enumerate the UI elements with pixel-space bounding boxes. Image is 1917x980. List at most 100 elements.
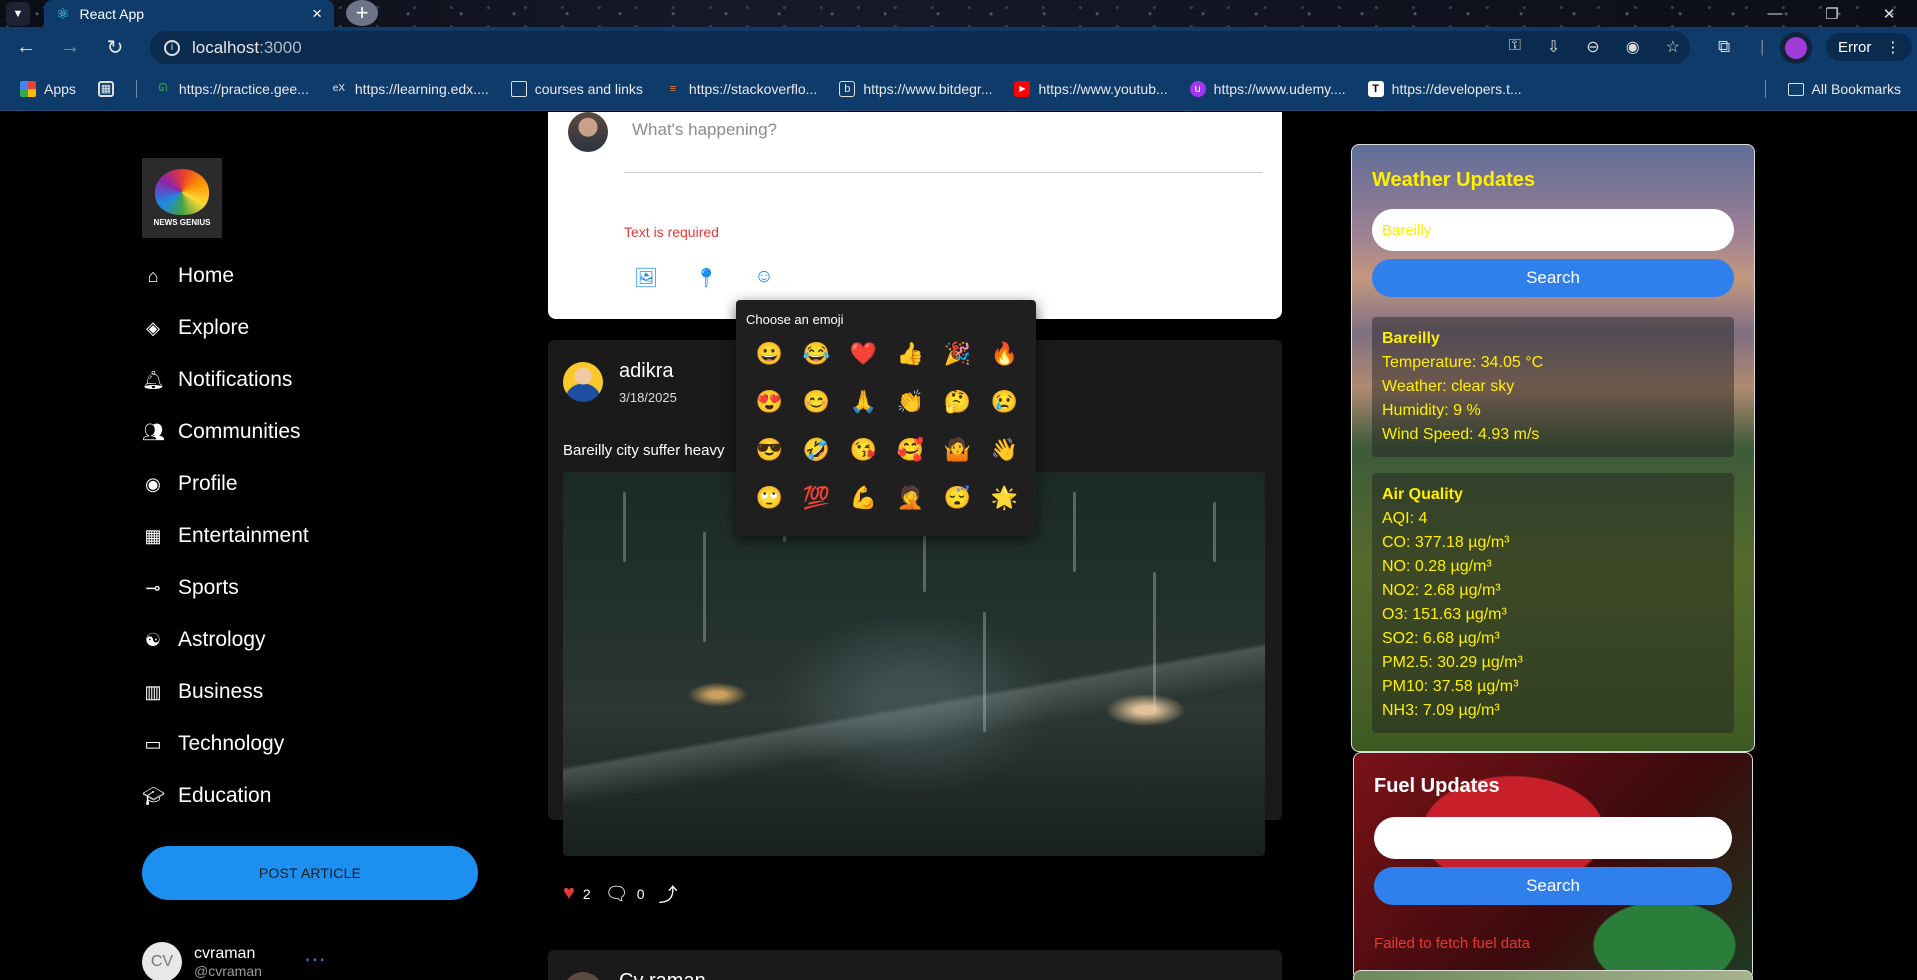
emoji-option[interactable]: 😀: [746, 337, 793, 371]
profile-avatar[interactable]: [1780, 32, 1812, 64]
avatar[interactable]: [563, 362, 603, 402]
new-tab-button[interactable]: +: [346, 0, 378, 26]
bookmarks-bar: Apps ▦ ᘏ https://practice.gee... eX http…: [0, 67, 1917, 111]
bell-icon: 🔔︎: [142, 369, 165, 390]
extensions-icon[interactable]: ⧉: [1718, 37, 1730, 57]
emoji-option[interactable]: 💪: [840, 481, 887, 515]
zoom-icon[interactable]: ⊖: [1586, 37, 1599, 57]
window-close-button[interactable]: ✕: [1867, 0, 1911, 27]
emoji-option[interactable]: 🔥: [981, 337, 1028, 371]
password-key-icon[interactable]: ⚿: [1509, 37, 1521, 57]
tab-search-button[interactable]: ▼: [6, 2, 30, 26]
emoji-option[interactable]: 🤷: [934, 433, 981, 467]
bookmark-stackoverflow[interactable]: ≡ https://stackoverflo...: [665, 81, 818, 97]
bookmark-tab-groups[interactable]: ▦: [97, 80, 114, 97]
emoji-icon[interactable]: ☺: [754, 266, 773, 290]
sidebar-item-home[interactable]: ⌂ Home: [142, 250, 309, 302]
app-logo[interactable]: NEWS GENIUS: [142, 158, 222, 238]
fuel-search-button[interactable]: Search: [1374, 867, 1732, 905]
avatar[interactable]: [563, 972, 603, 980]
emoji-option[interactable]: 🤦: [887, 481, 934, 515]
bookmark-edx[interactable]: eX https://learning.edx....: [331, 81, 489, 97]
emoji-option[interactable]: 👋: [981, 433, 1028, 467]
minimize-button[interactable]: —: [1753, 0, 1797, 27]
sidebar-item-business[interactable]: ▥ Business: [142, 666, 309, 718]
current-weather-box: Bareilly Temperature: 34.05 °C Weather: …: [1372, 317, 1734, 457]
sidebar-item-technology[interactable]: ▭ Technology: [142, 718, 309, 770]
restore-button[interactable]: ❐: [1810, 0, 1854, 27]
emoji-option[interactable]: 🥰: [887, 433, 934, 467]
emoji-option[interactable]: 🎉: [934, 337, 981, 371]
fuel-city-input[interactable]: [1374, 817, 1732, 859]
bookmark-youtube[interactable]: ▶ https://www.youtub...: [1014, 80, 1168, 97]
bookmark-gfg[interactable]: ᘏ https://practice.gee...: [155, 81, 309, 97]
emoji-option[interactable]: 🤣: [793, 433, 840, 467]
comment-icon[interactable]: 🗨︎: [605, 882, 629, 906]
browser-tab[interactable]: ⚛ React App ×: [44, 0, 334, 27]
weather-condition-text: Weather: clear sky: [1382, 378, 1515, 395]
bookmark-tiktok-dev[interactable]: T https://developers.t...: [1367, 80, 1522, 97]
bookmark-label: courses and links: [534, 80, 643, 97]
weather-search-button[interactable]: Search: [1372, 259, 1734, 297]
all-bookmarks[interactable]: All Bookmarks: [1764, 67, 1901, 111]
bookmark-bitdegree[interactable]: b https://www.bitdegr...: [839, 80, 992, 97]
composer-input[interactable]: What's happening?: [632, 120, 777, 140]
address-bar[interactable]: i localhost:3000 ⚿ ⇩ ⊖ ◉ ☆: [150, 31, 1690, 64]
emoji-option[interactable]: 😢: [981, 385, 1028, 419]
share-icon[interactable]: ⤴: [659, 880, 678, 907]
sidebar-item-sports[interactable]: ⊸ Sports: [142, 562, 309, 614]
location-pin-icon[interactable]: 📍︎: [694, 266, 718, 290]
react-logo-icon: ⚛: [56, 5, 70, 23]
logo-text: NEWS GENIUS: [153, 218, 211, 227]
heart-icon[interactable]: ♥: [563, 882, 575, 905]
sidebar-item-communities[interactable]: 👥︎ Communities: [142, 406, 309, 458]
emoji-option[interactable]: 🙏: [840, 385, 887, 419]
emoji-option[interactable]: 👏: [887, 385, 934, 419]
more-options-icon[interactable]: ···: [304, 946, 326, 972]
bookmark-apps[interactable]: Apps: [20, 80, 76, 97]
sidebar-item-label: Sports: [178, 576, 239, 599]
emoji-option[interactable]: 😎: [746, 433, 793, 467]
reload-button[interactable]: ↻: [101, 33, 129, 61]
emoji-option[interactable]: 😴: [934, 481, 981, 515]
bookmark-udemy[interactable]: u https://www.udemy....: [1189, 80, 1346, 97]
sidebar-item-profile[interactable]: ◉ Profile: [142, 458, 309, 510]
close-tab-icon[interactable]: ×: [312, 4, 322, 24]
current-user[interactable]: CV cvraman @cvraman ···: [142, 942, 326, 980]
rain-drop: [1073, 492, 1076, 572]
browser-tabstrip: ▼ ⚛ React App × + — ❐ ✕: [0, 0, 1917, 27]
error-button[interactable]: Error ⋮: [1826, 33, 1913, 61]
emoji-option[interactable]: 🙄: [746, 481, 793, 515]
sidebar-item-astrology[interactable]: ☯ Astrology: [142, 614, 309, 666]
emoji-option[interactable]: 👍: [887, 337, 934, 371]
forward-button[interactable]: →: [56, 33, 84, 61]
site-info-icon[interactable]: i: [164, 39, 180, 56]
emoji-option[interactable]: ❤️: [840, 337, 887, 371]
laptop-icon: ▭: [144, 733, 162, 754]
sidebar-item-explore[interactable]: ◈ Explore: [142, 302, 309, 354]
post-article-button[interactable]: POST ARTICLE: [142, 846, 478, 900]
emoji-option[interactable]: 😍: [746, 385, 793, 419]
bookmark-star-icon[interactable]: ☆: [1666, 37, 1680, 57]
geeksforgeeks-icon: ᘏ: [158, 82, 168, 94]
bookmark-folder[interactable]: courses and links: [510, 80, 643, 97]
city-input[interactable]: Bareilly: [1372, 209, 1734, 251]
nh3-line: NH3: 7.09 µg/m³: [1382, 702, 1500, 719]
post-author[interactable]: Cv raman: [619, 970, 706, 980]
emoji-option[interactable]: 🌟: [981, 481, 1028, 515]
sidebar-item-entertainment[interactable]: ▦ Entertainment: [142, 510, 308, 562]
emoji-option[interactable]: 😊: [793, 385, 840, 419]
emoji-option[interactable]: 😘: [840, 433, 887, 467]
emoji-option[interactable]: 🤔: [934, 385, 981, 419]
image-icon[interactable]: 🖼︎: [634, 266, 658, 290]
emoji-option[interactable]: 💯: [793, 481, 840, 515]
sidebar-item-notifications[interactable]: 🔔︎ Notifications: [142, 354, 309, 406]
sidebar-item-education[interactable]: 🎓︎ Education: [142, 770, 309, 822]
emoji-option[interactable]: 😂: [793, 337, 840, 371]
post-author[interactable]: adikra: [619, 360, 673, 383]
kebab-menu-icon[interactable]: ⋮: [1885, 38, 1900, 56]
back-button[interactable]: ←: [12, 33, 40, 61]
tracking-eye-icon[interactable]: ◉: [1626, 37, 1640, 57]
install-app-icon[interactable]: ⇩: [1547, 37, 1560, 57]
pm10-line: PM10: 37.58 µg/m³: [1382, 678, 1519, 695]
